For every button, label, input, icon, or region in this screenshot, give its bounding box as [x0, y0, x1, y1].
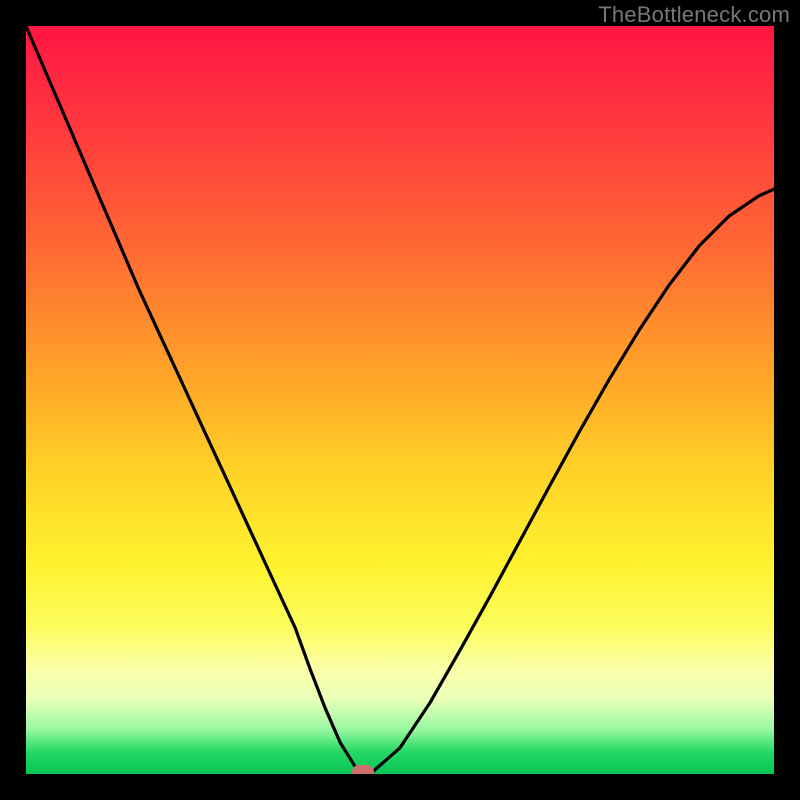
plot-area [26, 26, 774, 774]
curve-svg [26, 26, 774, 774]
optimum-marker [352, 765, 374, 774]
watermark-label: TheBottleneck.com [598, 2, 790, 28]
chart-frame: TheBottleneck.com [0, 0, 800, 800]
bottleneck-curve [26, 26, 774, 774]
